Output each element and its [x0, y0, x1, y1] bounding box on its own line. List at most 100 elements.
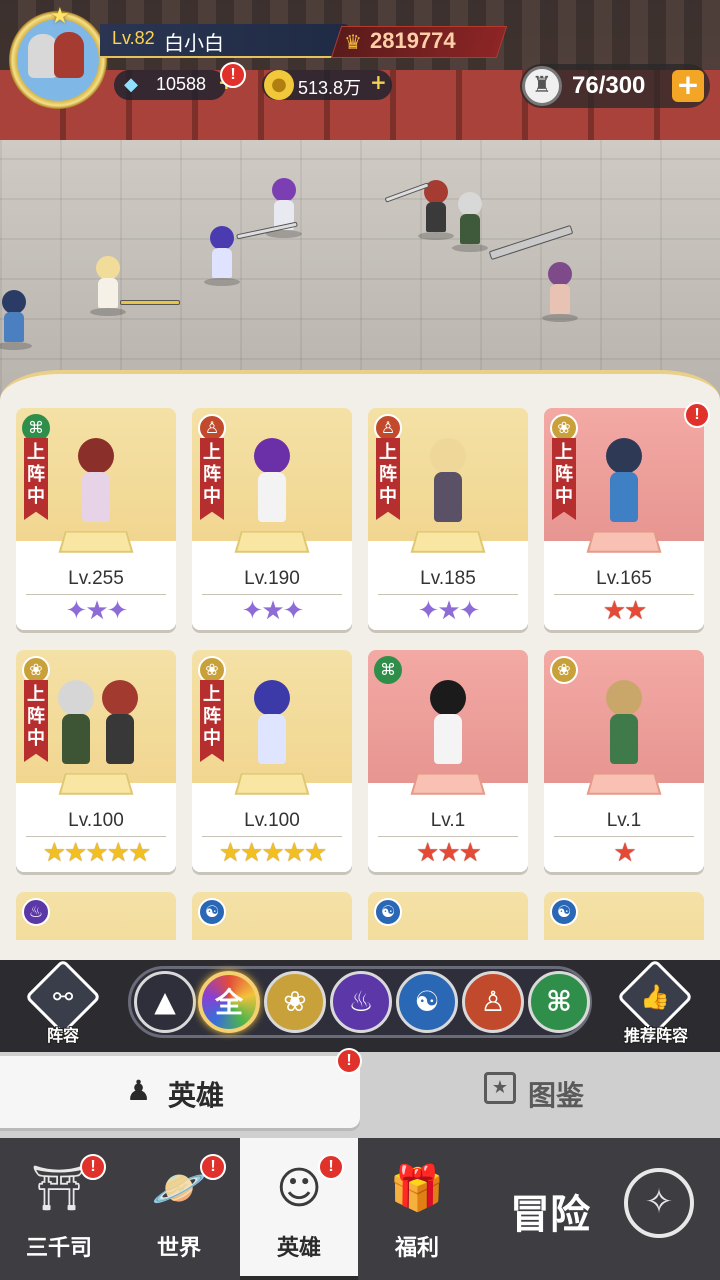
hero-card[interactable]: ❀ 上阵中 Lv.100 ★★★★★: [16, 650, 176, 872]
lineup-label: 阵容: [46, 1026, 79, 1045]
power-value: 2819774: [370, 28, 456, 53]
deployed-tag: 上阵中: [24, 680, 48, 762]
network-icon: ⚯: [52, 983, 74, 1011]
hero-level: Lv.255: [68, 568, 124, 589]
deployed-tag: 上阵中: [376, 438, 400, 520]
hero-star-rating: ★★: [602, 596, 648, 626]
star-icon: ★: [50, 4, 70, 29]
nav-adventure[interactable]: 冒险 ✧: [476, 1138, 720, 1280]
gift-box-icon: 🎁: [389, 1163, 445, 1214]
compass-icon: ✧: [624, 1168, 694, 1238]
recommend-lineup-label: 推荐阵容: [623, 1026, 688, 1045]
gold-plus-button[interactable]: +: [370, 70, 387, 94]
lotus-class-icon: ❀: [198, 656, 226, 684]
hero-card[interactable]: ⌘ Lv.1 ★★★: [368, 650, 528, 872]
hero-level: Lv.190: [244, 568, 300, 589]
stamina-icon: ♜: [522, 66, 562, 106]
thumbs-up-icon: 👍: [640, 983, 670, 1011]
hero-star-rating: ★★★★★: [218, 838, 328, 868]
heroes-nav-alert-badge: !: [318, 1154, 344, 1180]
swirl-class-icon: ☯: [374, 898, 402, 926]
hero-star-rating: ★: [613, 838, 636, 868]
diamond-icon: ◆: [124, 74, 138, 95]
tab-heroes[interactable]: ♟ 英雄: [0, 1056, 360, 1128]
hero-level: Lv.100: [244, 810, 300, 831]
scene-enemy: [448, 192, 492, 252]
nav-sanqiansi-label: 三千司: [25, 1236, 92, 1261]
player-level: Lv.82: [112, 28, 155, 48]
hero-card[interactable]: ♨: [16, 892, 176, 940]
filter-flame-icon[interactable]: ♨: [330, 971, 392, 1033]
tab-codex[interactable]: ★ 图鉴: [360, 1056, 720, 1128]
hero-card[interactable]: ♙ 上阵中 Lv.190 ✦★✦: [192, 408, 352, 630]
hero-level: Lv.165: [596, 568, 652, 589]
filter-faction-button[interactable]: ▲: [134, 971, 196, 1033]
diamond-value: 10588: [156, 74, 207, 94]
filter-all-button[interactable]: 全: [198, 971, 260, 1033]
meditate-class-icon: ♙: [198, 414, 226, 442]
gold-value: 513.8万: [298, 78, 362, 98]
stamina-plus-button[interactable]: +: [672, 70, 704, 102]
hero-bust-icon: ♟: [126, 1074, 152, 1107]
lineup-button[interactable]: ⚯ 阵容: [24, 958, 102, 1046]
lotus-class-icon: ❀: [550, 656, 578, 684]
hero-card[interactable]: ⌘ 上阵中 Lv.255 ✦★✦: [16, 408, 176, 630]
hero-alert-badge: !: [684, 402, 710, 428]
tab-codex-label: 图鉴: [528, 1079, 585, 1112]
meditate-class-icon: ♙: [374, 414, 402, 442]
hero-level: Lv.185: [420, 568, 476, 589]
sanqiansi-alert-badge: !: [80, 1154, 106, 1180]
deployed-tag: 上阵中: [200, 680, 224, 762]
hero-card[interactable]: ❀ 上阵中 Lv.165 ★★: [544, 408, 704, 630]
hero-star-rating: ★★★: [416, 838, 482, 868]
hero-star-rating: ★★★★★: [42, 838, 152, 868]
scene-hero: [86, 256, 130, 316]
lotus-class-icon: ❀: [22, 656, 50, 684]
hero-level: Lv.1: [430, 810, 466, 831]
nav-heroes-label: 英雄: [276, 1236, 321, 1261]
hero-card[interactable]: ❀ 上阵中 Lv.100 ★★★★★: [192, 650, 352, 872]
hero-level: Lv.100: [68, 810, 124, 831]
hero-card[interactable]: ☯: [192, 892, 352, 940]
hero-card[interactable]: ♙ 上阵中 Lv.185 ✦★✦: [368, 408, 528, 630]
hero-card[interactable]: ☯: [368, 892, 528, 940]
hero-card[interactable]: ☯: [544, 892, 704, 940]
player-name: 白小白: [164, 31, 224, 55]
filter-meditate-icon[interactable]: ♙: [462, 971, 524, 1033]
hero-card[interactable]: ❀ Lv.1 ★: [544, 650, 704, 872]
world-alert-badge: !: [200, 1154, 226, 1180]
hero-level: Lv.1: [606, 810, 642, 831]
filter-swirl-icon[interactable]: ☯: [396, 971, 458, 1033]
power-icon: ♛: [344, 30, 362, 54]
hero-star-rating: ✦★✦: [417, 596, 481, 626]
dna-class-icon: ⌘: [374, 656, 402, 684]
deployed-tag: 上阵中: [552, 438, 576, 520]
filter-lotus-icon[interactable]: ❀: [264, 971, 326, 1033]
recommend-lineup-button[interactable]: 👍 推荐阵容: [616, 958, 694, 1046]
tab-heroes-label: 英雄: [168, 1079, 225, 1112]
hero-star-rating: ✦★✦: [241, 596, 305, 626]
scene-enemy: [538, 262, 582, 322]
heroes-tab-alert-badge: !: [336, 1048, 362, 1074]
swirl-class-icon: ☯: [550, 898, 578, 926]
stamina-value: 76/300: [572, 72, 646, 99]
dna-class-icon: ⌘: [22, 414, 50, 442]
nav-welfare-label: 福利: [394, 1236, 439, 1261]
nav-world-label: 世界: [156, 1236, 201, 1261]
diamond-alert-badge: !: [220, 62, 246, 88]
lotus-class-icon: ❀: [550, 414, 578, 442]
filter-dna-icon[interactable]: ⌘: [528, 971, 590, 1033]
scene-weapon: [120, 300, 180, 305]
deployed-tag: 上阵中: [200, 438, 224, 520]
book-star-icon: ★: [484, 1072, 516, 1104]
swirl-class-icon: ☯: [198, 898, 226, 926]
nav-welfare[interactable]: 🎁 福利: [358, 1138, 476, 1280]
nav-adventure-label: 冒险: [510, 1192, 590, 1238]
hero-grid: ⌘ 上阵中 Lv.255 ✦★✦ ♙ 上阵中 Lv.190 ✦★✦ ♙ 上阵中 …: [0, 408, 720, 940]
scene-hero: [200, 226, 244, 286]
flame-class-icon: ♨: [22, 898, 50, 926]
deployed-tag: 上阵中: [24, 438, 48, 520]
gold-coin-icon: ●: [264, 70, 294, 100]
hero-screen: ★ Lv.82 白小白 ♛ 2819774 ◆ 10588 + ! ● 513.…: [0, 0, 720, 1280]
scene-hero: [0, 290, 36, 350]
